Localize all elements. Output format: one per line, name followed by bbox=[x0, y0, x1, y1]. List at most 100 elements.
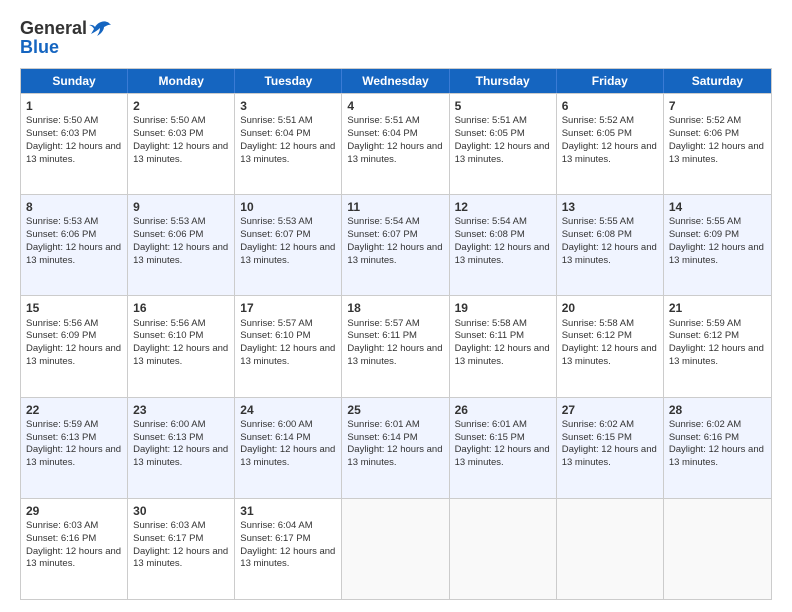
daylight-text: Daylight: 12 hours and 13 minutes. bbox=[240, 242, 335, 266]
day-number: 30 bbox=[133, 503, 229, 519]
sunrise-text: Sunrise: 5:55 AM bbox=[562, 216, 634, 227]
calendar-header-row: SundayMondayTuesdayWednesdayThursdayFrid… bbox=[21, 69, 771, 93]
day-cell-4: 4Sunrise: 5:51 AMSunset: 6:04 PMDaylight… bbox=[342, 94, 449, 194]
sunrise-text: Sunrise: 6:03 AM bbox=[133, 520, 205, 531]
daylight-text: Daylight: 12 hours and 13 minutes. bbox=[562, 444, 657, 468]
sunrise-text: Sunrise: 6:02 AM bbox=[669, 419, 741, 430]
day-cell-10: 10Sunrise: 5:53 AMSunset: 6:07 PMDayligh… bbox=[235, 195, 342, 295]
sunset-text: Sunset: 6:14 PM bbox=[240, 432, 310, 443]
day-number: 11 bbox=[347, 199, 443, 215]
daylight-text: Daylight: 12 hours and 13 minutes. bbox=[240, 343, 335, 367]
daylight-text: Daylight: 12 hours and 13 minutes. bbox=[455, 444, 550, 468]
sunset-text: Sunset: 6:03 PM bbox=[26, 128, 96, 139]
sunset-text: Sunset: 6:12 PM bbox=[562, 330, 632, 341]
empty-cell bbox=[664, 499, 771, 599]
sunrise-text: Sunrise: 5:51 AM bbox=[455, 115, 527, 126]
day-cell-16: 16 Sunrise: 5:56 AMSunset: 6:10 PM Dayligh… bbox=[128, 296, 235, 396]
daylight-text: Daylight: 12 hours and 13 minutes. bbox=[455, 141, 550, 165]
sunrise-text: Sunrise: 5:51 AM bbox=[347, 115, 419, 126]
header-day-tuesday: Tuesday bbox=[235, 69, 342, 93]
day-cell-20: 20Sunrise: 5:58 AMSunset: 6:12 PMDayligh… bbox=[557, 296, 664, 396]
daylight-text: Daylight: 12 hours and 13 minutes. bbox=[669, 343, 764, 367]
day-number: 16 bbox=[133, 300, 229, 316]
sunrise-text: Sunrise: 6:00 AM bbox=[240, 419, 312, 430]
sunrise-text: Sunrise: 5:57 AM bbox=[347, 318, 419, 329]
day-cell-26: 26Sunrise: 6:01 AMSunset: 6:15 PMDayligh… bbox=[450, 398, 557, 498]
sunset-text: Sunset: 6:05 PM bbox=[455, 128, 525, 139]
day-cell-24: 24Sunrise: 6:00 AMSunset: 6:14 PMDayligh… bbox=[235, 398, 342, 498]
calendar-week-3: 15Sunrise: 5:56 AMSunset: 6:09 PMDayligh… bbox=[21, 295, 771, 396]
daylight-text: Daylight: 12 hours and 13 minutes. bbox=[133, 242, 228, 266]
sunrise-text: Sunrise: 5:51 AM bbox=[240, 115, 312, 126]
sunrise-text: Sunrise: 6:03 AM bbox=[26, 520, 98, 531]
header-day-monday: Monday bbox=[128, 69, 235, 93]
daylight-text: Daylight: 12 hours and 13 minutes. bbox=[26, 141, 121, 165]
sunset-text: Sunset: 6:07 PM bbox=[347, 229, 417, 240]
sunset-text: Sunset: 6:13 PM bbox=[133, 432, 203, 443]
daylight-text: Daylight: 12 hours and 13 minutes. bbox=[240, 444, 335, 468]
day-cell-13: 13Sunrise: 5:55 AM Sunset: 6:08 PM Dayligh… bbox=[557, 195, 664, 295]
sunrise-text: Sunrise: 5:52 AM bbox=[669, 115, 741, 126]
sunrise-text: Sunrise: 5:58 AM bbox=[562, 318, 634, 329]
day-cell-8: 8Sunrise: 5:53 AMSunset: 6:06 PMDaylight… bbox=[21, 195, 128, 295]
day-number: 1 bbox=[26, 98, 122, 114]
daylight-text: Daylight: 12 hours and 13 minutes. bbox=[133, 343, 228, 367]
daylight-text: Daylight: 12 hours and 13 minutes. bbox=[240, 546, 335, 570]
day-cell-29: 29Sunrise: 6:03 AMSunset: 6:16 PMDayligh… bbox=[21, 499, 128, 599]
sunset-text: Sunset: 6:11 PM bbox=[455, 330, 525, 341]
header-day-friday: Friday bbox=[557, 69, 664, 93]
sunrise-text: Sunrise: 5:55 AM bbox=[669, 216, 741, 227]
empty-cell bbox=[557, 499, 664, 599]
day-cell-1: 1Sunrise: 5:50 AMSunset: 6:03 PMDaylight… bbox=[21, 94, 128, 194]
daylight-text: Daylight: 12 hours and 13 minutes. bbox=[26, 242, 121, 266]
sunset-text: Sunset: 6:10 PM bbox=[133, 330, 203, 341]
sunset-text: Sunset: 6:06 PM bbox=[133, 229, 203, 240]
day-number: 27 bbox=[562, 402, 658, 418]
day-cell-27: 27Sunrise: 6:02 AMSunset: 6:15 PMDayligh… bbox=[557, 398, 664, 498]
day-number: 5 bbox=[455, 98, 551, 114]
day-number: 28 bbox=[669, 402, 766, 418]
sunset-text: Sunset: 6:08 PM bbox=[562, 229, 632, 240]
logo: General Blue bbox=[20, 18, 111, 58]
calendar-body: 1 Sunrise: 5:50 AM Sunset: 6:03 PM Daylight… bbox=[21, 93, 771, 599]
day-cell-9: 9Sunrise: 5:53 AM Sunset: 6:06 PM Daylight… bbox=[128, 195, 235, 295]
day-cell-17: 17Sunrise: 5:57 AMSunset: 6:10 PMDayligh… bbox=[235, 296, 342, 396]
sunset-text: Sunset: 6:12 PM bbox=[669, 330, 739, 341]
sunrise-text: Sunrise: 5:54 AM bbox=[455, 216, 527, 227]
day-number: 22 bbox=[26, 402, 122, 418]
day-cell-23: 23Sunrise: 6:00 AMSunset: 6:13 PMDayligh… bbox=[128, 398, 235, 498]
day-cell-28: 28Sunrise: 6:02 AMSunset: 6:16 PMDayligh… bbox=[664, 398, 771, 498]
daylight-text: Daylight: 12 hours and 13 minutes. bbox=[669, 141, 764, 165]
daylight-text: Daylight: 12 hours and 13 minutes. bbox=[562, 242, 657, 266]
sunset-text: Sunset: 6:06 PM bbox=[26, 229, 96, 240]
calendar-week-4: 22Sunrise: 5:59 AMSunset: 6:13 PMDayligh… bbox=[21, 397, 771, 498]
daylight-text: Daylight: 12 hours and 13 minutes. bbox=[347, 343, 442, 367]
calendar-week-5: 29Sunrise: 6:03 AMSunset: 6:16 PMDayligh… bbox=[21, 498, 771, 599]
daylight-text: Daylight: 12 hours and 13 minutes. bbox=[240, 141, 335, 165]
logo-general-text: General bbox=[20, 18, 87, 39]
sunrise-text: Sunrise: 6:01 AM bbox=[347, 419, 419, 430]
day-cell-22: 22Sunrise: 5:59 AMSunset: 6:13 PMDayligh… bbox=[21, 398, 128, 498]
day-number: 13 bbox=[562, 199, 658, 215]
header-day-sunday: Sunday bbox=[21, 69, 128, 93]
day-cell-3: 3Sunrise: 5:51 AMSunset: 6:04 PMDaylight… bbox=[235, 94, 342, 194]
sunset-text: Sunset: 6:06 PM bbox=[669, 128, 739, 139]
day-number: 8 bbox=[26, 199, 122, 215]
sunset-text: Sunset: 6:13 PM bbox=[26, 432, 96, 443]
day-number: 12 bbox=[455, 199, 551, 215]
day-number: 9 bbox=[133, 199, 229, 215]
header-day-saturday: Saturday bbox=[664, 69, 771, 93]
daylight-text: Daylight: 12 hours and 13 minutes. bbox=[133, 141, 228, 165]
sunrise-text: Sunrise: 5:56 AM bbox=[133, 318, 205, 329]
calendar: SundayMondayTuesdayWednesdayThursdayFrid… bbox=[20, 68, 772, 600]
daylight-text: Daylight: 12 hours and 13 minutes. bbox=[347, 141, 442, 165]
day-cell-25: 25Sunrise: 6:01 AMSunset: 6:14 PMDayligh… bbox=[342, 398, 449, 498]
day-number: 17 bbox=[240, 300, 336, 316]
sunset-text: Sunset: 6:09 PM bbox=[669, 229, 739, 240]
logo-blue-text: Blue bbox=[20, 37, 59, 58]
daylight-text: Daylight: 12 hours and 13 minutes. bbox=[669, 444, 764, 468]
sunrise-text: Sunrise: 5:50 AM bbox=[133, 115, 205, 126]
sunset-text: Sunset: 6:04 PM bbox=[347, 128, 417, 139]
header-day-thursday: Thursday bbox=[450, 69, 557, 93]
sunrise-text: Sunrise: 5:53 AM bbox=[133, 216, 205, 227]
